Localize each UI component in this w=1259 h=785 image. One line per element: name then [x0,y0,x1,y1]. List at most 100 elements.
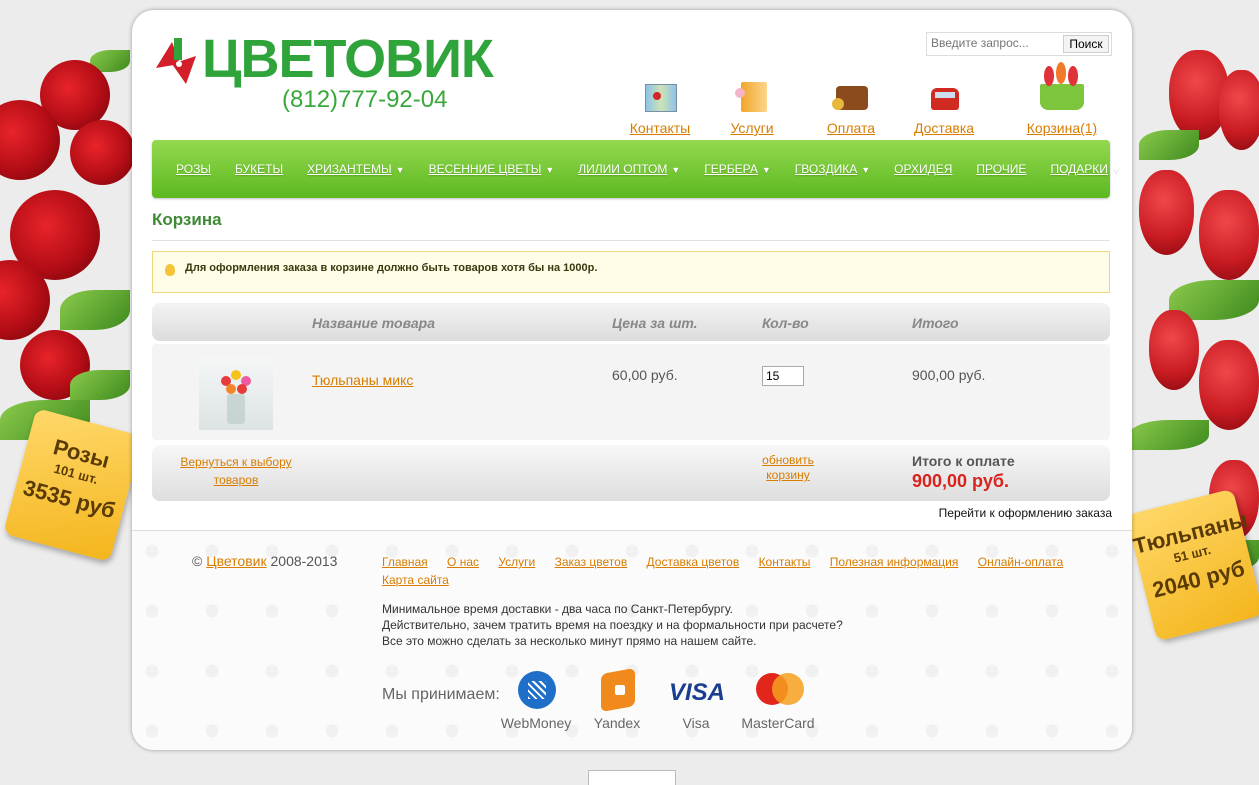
update-cart-link[interactable]: обновить корзину [750,453,826,483]
flower-logo-icon [156,38,196,84]
car-icon [925,80,963,114]
product-thumbnail[interactable] [199,356,273,430]
footer-link-home[interactable]: Главная [382,555,428,569]
topnav-delivery[interactable]: Доставка [909,80,979,136]
webmoney-icon [506,671,566,711]
payment-mastercard: MasterCard [738,671,818,731]
search-button[interactable]: Поиск [1063,35,1109,53]
title-divider [152,240,1110,241]
cart-row: Тюльпаны микс 60,00 руб. 900,00 руб. [152,344,1110,440]
continue-shopping-link[interactable]: Вернуться к выбору товаров [176,453,296,489]
page-container: ЦВЕТОВИК (812)777-92-04 Поиск Контакты У… [132,10,1132,750]
payment-label: WebMoney [500,715,572,731]
menu-label: ОРХИДЕЯ [894,162,953,176]
topnav-label[interactable]: Услуги [730,120,773,136]
copyright-years: 2008-2013 [270,553,338,569]
sum-value: 900,00 руб. [912,471,1009,491]
menu-label: ВЕСЕННИЕ ЦВЕТЫ [428,162,542,176]
footer: © Цветовик 2008-2013 Главная О нас Услуг… [132,530,1132,750]
basket-icon [1034,60,1090,114]
copyright-link[interactable]: Цветовик [206,553,266,569]
menu-item-orchid[interactable]: ОРХИДЕЯ [894,162,952,176]
payment-yandex: Yandex [584,668,650,731]
cart-summary: Вернуться к выбору товаров обновить корз… [152,445,1110,501]
topnav-services[interactable]: Услуги [717,80,787,136]
sum-label: Итого к оплате [912,453,1015,469]
menu-label: РОЗЫ [176,162,211,176]
product-price: 60,00 руб. [612,367,678,383]
page-title: Корзина [152,210,222,229]
logo-text: ЦВЕТОВИК [202,29,494,89]
product-total: 900,00 руб. [912,367,986,383]
yandex-wallet-icon [587,668,647,712]
menu-label: ПРОЧИЕ [976,162,1027,176]
top-navigation: Контакты Услуги Оплата Доставка Корзина(… [622,62,1112,140]
menu-label: ЛИЛИИ ОПТОМ [578,162,668,176]
topnav-label[interactable]: Доставка [914,120,974,136]
topnav-contacts[interactable]: Контакты [622,80,698,136]
footer-link-delivery[interactable]: Доставка цветов [647,555,740,569]
quantity-input[interactable] [762,366,804,386]
footer-info: Минимальное время доставки - два часа по… [382,601,843,649]
topnav-label[interactable]: Корзина(1) [1027,120,1097,136]
mastercard-icon [748,671,808,711]
menu-item-carnation[interactable]: ГВОЗДИКА ▼ [795,162,870,176]
copyright-symbol: © [192,553,203,569]
menu-label: БУКЕТЫ [234,162,284,176]
copyright: © Цветовик 2008-2013 [192,553,337,569]
topnav-label[interactable]: Оплата [827,120,875,136]
topnav-payment[interactable]: Оплата [817,80,885,136]
dropdown-arrow-icon: ▼ [1111,165,1121,175]
footer-link-online-payment[interactable]: Онлайн-оплата [978,555,1064,569]
menu-item-gerbera[interactable]: ГЕРБЕРА ▼ [704,162,771,176]
menu-label: ХРИЗАНТЕМЫ [307,162,392,176]
search-form: Поиск [926,32,1112,56]
menu-item-spring-flowers[interactable]: ВЕСЕННИЕ ЦВЕТЫ ▼ [429,162,555,176]
footer-link-contacts[interactable]: Контакты [759,555,811,569]
header-qty: Кол-во [762,315,809,331]
menu-label: ПОДАРКИ [1050,162,1108,176]
payment-label: Yandex [593,715,641,731]
menu-label: ГЕРБЕРА [704,162,758,176]
main-menu: РОЗЫ БУКЕТЫ ХРИЗАНТЕМЫ ▼ ВЕСЕННИЕ ЦВЕТЫ ▼ … [152,140,1121,198]
menu-item-bouquets[interactable]: БУКЕТЫ [235,162,283,176]
menu-item-chrysanthemums[interactable]: ХРИЗАНТЕМЫ ▼ [307,162,404,176]
min-order-notice: Для оформления заказа в корзине должно б… [152,251,1110,293]
dropdown-arrow-icon: ▼ [545,165,555,175]
menu-item-gifts[interactable]: ПОДАРКИ ▼ [1050,162,1120,176]
phone-number: (812)777-92-04 [282,86,448,113]
topnav-cart[interactable]: Корзина(1) [1020,60,1104,136]
payment-label: Visa [682,715,710,731]
topnav-label[interactable]: Контакты [630,120,690,136]
search-input[interactable] [929,35,1059,51]
dropdown-arrow-icon: ▼ [861,165,871,175]
accept-label: Мы принимаем: [382,686,500,703]
header-price: Цена за шт. [612,315,698,331]
menu-item-other[interactable]: ПРОЧИЕ [976,162,1026,176]
checkout-link[interactable]: Перейти к оформлению заказа [939,506,1112,520]
map-icon [641,80,679,114]
payment-visa: VISA Visa [664,671,728,731]
bottom-widget [588,770,676,785]
menu-label: ГВОЗДИКА [794,162,858,176]
menu-item-lilies[interactable]: ЛИЛИИ ОПТОМ ▼ [578,162,680,176]
footer-link-about[interactable]: О нас [447,555,479,569]
footer-link-services[interactable]: Услуги [498,555,535,569]
wallet-icon [832,80,870,114]
menu-item-roses[interactable]: РОЗЫ [176,162,211,176]
dropdown-arrow-icon: ▼ [761,165,771,175]
footer-link-sitemap[interactable]: Карта сайта [382,573,449,587]
notebook-icon [733,80,771,114]
header-name: Название товара [312,315,435,331]
header-total: Итого [912,315,959,331]
footer-links: Главная О нас Услуги Заказ цветов Достав… [382,553,1102,589]
product-name-link[interactable]: Тюльпаны микс [312,372,413,388]
info-line: Минимальное время доставки - два часа по… [382,602,733,616]
dropdown-arrow-icon: ▼ [671,165,681,175]
cart-table-header: Название товара Цена за шт. Кол-во Итого [152,303,1110,341]
info-line: Все это можно сделать за несколько минут… [382,634,757,648]
dropdown-arrow-icon: ▼ [395,165,405,175]
lightbulb-icon [165,264,175,276]
footer-link-info[interactable]: Полезная информация [830,555,959,569]
footer-link-order[interactable]: Заказ цветов [555,555,628,569]
